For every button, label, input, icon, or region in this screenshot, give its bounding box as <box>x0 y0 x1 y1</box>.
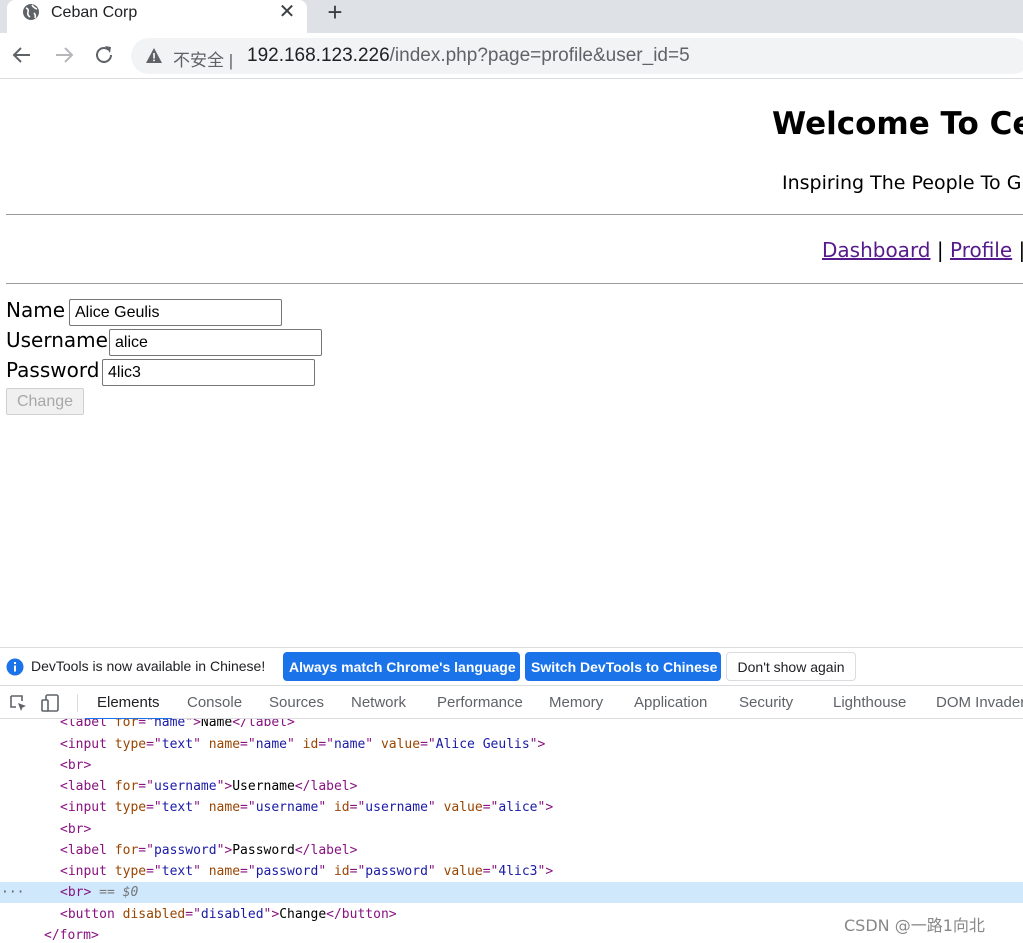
divider <box>6 283 1023 284</box>
divider <box>6 214 1023 215</box>
tab-strip: Ceban Corp ✕ + <box>0 0 1023 33</box>
password-input[interactable] <box>102 359 315 386</box>
match-language-button[interactable]: Always match Chrome's language <box>283 652 520 681</box>
forward-arrow-icon[interactable] <box>52 43 76 67</box>
dom-node-br-selected[interactable]: ··· <br> == $0 <box>0 882 1023 903</box>
new-tab-icon[interactable]: + <box>322 0 348 26</box>
tab-security[interactable]: Security <box>739 694 793 711</box>
row-ellipsis[interactable]: ··· <box>1 882 24 903</box>
devtools-tabbar: Elements Console Sources Network Perform… <box>0 685 1023 720</box>
dom-node-label-password[interactable]: <label for="password">Password</label> <box>60 840 1023 861</box>
browser-toolbar: 不安全 | 192.168.123.226/index.php?page=pro… <box>0 33 1023 79</box>
info-icon <box>6 658 24 676</box>
insecure-label[interactable]: 不安全 | <box>173 46 233 71</box>
devtools-infobar: DevTools is now available in Chinese! Al… <box>0 647 1023 685</box>
page-tagline: Inspiring The People To G <box>782 172 1022 194</box>
url-text[interactable]: 192.168.123.226/index.php?page=profile&u… <box>247 45 690 67</box>
device-toolbar-icon[interactable] <box>40 693 60 713</box>
name-input[interactable] <box>69 299 282 326</box>
toolbar-separator <box>77 694 78 712</box>
password-label: Password <box>6 358 100 382</box>
back-arrow-icon[interactable] <box>10 43 34 67</box>
tab-performance[interactable]: Performance <box>437 694 523 711</box>
url-host: 192.168.123.226 <box>247 45 390 66</box>
tab-memory[interactable]: Memory <box>549 694 603 711</box>
infobar-text: DevTools is now available in Chinese! <box>31 658 266 674</box>
dashboard-link[interactable]: Dashboard <box>822 238 931 262</box>
page-heading: Welcome To Ceb <box>772 106 1023 142</box>
tab-console[interactable]: Console <box>187 694 242 711</box>
address-bar[interactable]: 不安全 | 192.168.123.226/index.php?page=pro… <box>131 38 1023 74</box>
dom-node-br[interactable]: <br> <box>60 819 1023 840</box>
nav-separator: | <box>1018 238 1023 262</box>
tab-elements[interactable]: Elements <box>85 694 171 720</box>
dom-node-input-password[interactable]: <input type="text" name="password" id="p… <box>60 861 1023 882</box>
browser-tab[interactable]: Ceban Corp ✕ <box>7 0 307 33</box>
tab-close-icon[interactable]: ✕ <box>277 2 297 22</box>
dom-node-label-username[interactable]: <label for="username">Username</label> <box>60 776 1023 797</box>
dont-show-again-button[interactable]: Don't show again <box>726 652 856 681</box>
name-label: Name <box>6 298 66 322</box>
switch-chinese-button[interactable]: Switch DevTools to Chinese <box>525 652 721 681</box>
username-input[interactable] <box>109 329 322 356</box>
profile-link[interactable]: Profile <box>950 238 1012 262</box>
dom-node-input-username[interactable]: <input type="text" name="username" id="u… <box>60 797 1023 818</box>
tab-dom-invader[interactable]: DOM Invader <box>936 694 1023 711</box>
globe-icon <box>23 4 39 20</box>
site-nav: Dashboard | Profile | <box>822 238 1023 262</box>
tab-network[interactable]: Network <box>351 694 406 711</box>
warning-icon[interactable] <box>145 47 163 65</box>
tab-sources[interactable]: Sources <box>269 694 324 711</box>
dom-node-label-name[interactable]: <label for="name">Name</label> <box>60 719 1023 733</box>
inspect-element-icon[interactable] <box>8 693 28 713</box>
elements-dom-tree: <label for="name">Name</label> <input ty… <box>0 719 1023 943</box>
change-button[interactable]: Change <box>6 388 84 415</box>
tab-title: Ceban Corp <box>51 4 138 21</box>
dom-node-input-name[interactable]: <input type="text" name="name" id="name"… <box>60 734 1023 755</box>
page-viewport: Welcome To Ceb Inspiring The People To G… <box>0 80 1023 647</box>
reload-icon[interactable] <box>92 43 116 67</box>
tab-application[interactable]: Application <box>634 694 707 711</box>
nav-separator: | <box>936 238 944 262</box>
dom-node-br[interactable]: <br> <box>60 755 1023 776</box>
username-label: Username <box>6 328 108 352</box>
url-path: /index.php?page=profile&user_id=5 <box>389 45 690 66</box>
selected-node-marker: == $0 <box>99 885 139 900</box>
tab-lighthouse[interactable]: Lighthouse <box>833 694 906 711</box>
watermark: CSDN @一路1向北 <box>844 916 985 935</box>
